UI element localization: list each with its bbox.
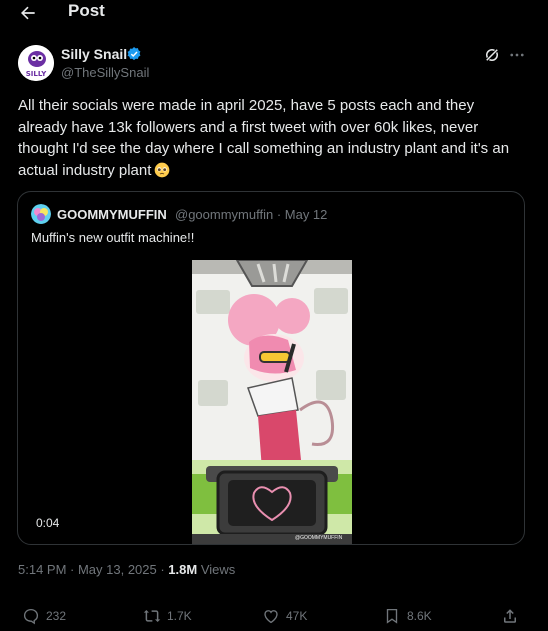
share-button[interactable] bbox=[501, 606, 519, 626]
bookmark-count: 8.6K bbox=[407, 609, 432, 623]
like-count: 47K bbox=[286, 609, 308, 623]
avatar-logo-text: SILLY bbox=[26, 70, 47, 78]
like-button[interactable]: 47K bbox=[262, 606, 307, 626]
video-player[interactable]: @GOOMMYMUFFIN bbox=[192, 260, 352, 544]
post-meta: 5:14 PM · May 13, 2025 · 1.8M Views bbox=[18, 562, 235, 577]
post-text: All their socials were made in april 202… bbox=[18, 95, 518, 181]
bookmark-icon bbox=[386, 608, 398, 624]
author-name[interactable]: Silly Snail bbox=[61, 46, 127, 62]
quoted-author-handle[interactable]: @goommymuffin · May 12 bbox=[175, 207, 327, 222]
quoted-author-avatar[interactable] bbox=[31, 204, 51, 224]
muffin-avatar-icon bbox=[31, 204, 51, 224]
author-avatar[interactable]: SILLY bbox=[18, 45, 54, 81]
author-handle[interactable]: @TheSillySnail bbox=[61, 65, 149, 80]
post-body: All their socials were made in april 202… bbox=[18, 97, 510, 179]
action-bar: 232 1.7K 47K 8.6K bbox=[0, 598, 548, 628]
views-count: 1.8M bbox=[168, 562, 198, 577]
reply-button[interactable]: 232 bbox=[22, 606, 66, 626]
quoted-author-name[interactable]: GOOMMYMUFFIN bbox=[57, 207, 167, 222]
grok-icon[interactable] bbox=[483, 46, 501, 64]
header: Post bbox=[0, 0, 548, 26]
reply-icon bbox=[23, 608, 39, 625]
snail-logo-icon: SILLY bbox=[18, 45, 54, 81]
heart-icon bbox=[264, 610, 278, 624]
video-thumbnail bbox=[192, 260, 352, 544]
post-timestamp[interactable]: 5:14 PM · May 13, 2025 · bbox=[18, 562, 168, 577]
quoted-post-text: Muffin's new outfit machine!! bbox=[31, 230, 195, 245]
repost-icon bbox=[143, 610, 161, 622]
bookmark-button[interactable]: 8.6K bbox=[383, 606, 432, 626]
share-icon bbox=[504, 609, 516, 623]
repost-button[interactable]: 1.7K bbox=[143, 606, 192, 626]
verified-badge-icon bbox=[127, 47, 141, 61]
views-label: Views bbox=[197, 562, 236, 577]
back-arrow-icon[interactable] bbox=[18, 3, 38, 23]
repost-count: 1.7K bbox=[167, 609, 192, 623]
quoted-post[interactable]: GOOMMYMUFFIN @goommymuffin · May 12 Muff… bbox=[17, 191, 525, 545]
reply-count: 232 bbox=[46, 609, 67, 623]
video-duration: 0:04 bbox=[36, 516, 60, 530]
more-options-icon[interactable] bbox=[508, 46, 526, 64]
video-watermark: @GOOMMYMUFFIN bbox=[295, 535, 343, 541]
page-title: Post bbox=[68, 1, 105, 20]
pleading-face-emoji-icon bbox=[155, 162, 170, 177]
